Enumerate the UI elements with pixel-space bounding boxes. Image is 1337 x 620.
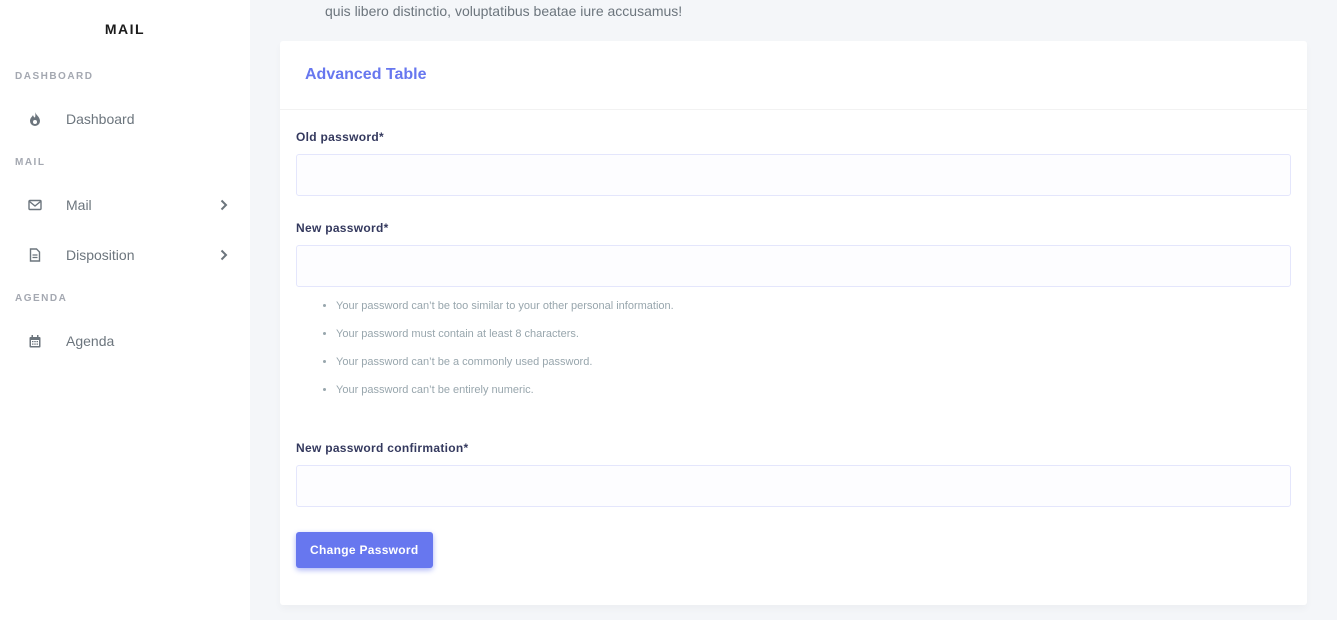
sidebar-item-label: Agenda [66,333,115,349]
main-content: quis libero distinctio, voluptatibus bea… [250,0,1337,620]
sidebar-item-mail[interactable]: Mail [0,180,250,230]
old-password-input[interactable] [296,154,1291,196]
password-help-item: Your password can’t be too similar to yo… [336,298,1291,326]
sidebar-item-dashboard[interactable]: Dashboard [0,94,250,144]
menu-header-mail: MAIL [15,156,46,168]
change-password-form: Old password* New password* Your passwor… [280,110,1307,568]
sidebar-item-label: Dashboard [66,111,135,127]
new-password-label: New password* [296,221,389,235]
confirm-password-group: New password confirmation* [296,441,1291,507]
new-password-input[interactable] [296,245,1291,287]
sidebar-item-label: Mail [66,197,92,213]
password-help-list: Your password can’t be too similar to yo… [336,298,1291,410]
menu-header-dashboard: DASHBOARD [15,70,94,82]
confirm-password-input[interactable] [296,465,1291,507]
sidebar-item-agenda[interactable]: Agenda [0,316,250,366]
password-help-item: Your password must contain at least 8 ch… [336,326,1291,354]
calendar-icon [27,333,43,349]
envelope-icon [27,197,43,213]
menu-header-agenda: AGENDA [15,292,68,304]
confirm-password-label: New password confirmation* [296,441,469,455]
intro-text: quis libero distinctio, voluptatibus bea… [325,3,683,19]
file-icon [27,247,43,263]
brand-logo[interactable]: MAIL [0,0,250,58]
password-help-item: Your password can’t be a commonly used p… [336,354,1291,382]
chevron-right-icon [220,198,230,212]
card-title: Advanced Table [305,66,427,83]
change-password-button[interactable]: Change Password [296,532,433,568]
card-header: Advanced Table [280,41,1307,110]
sidebar: MAIL DASHBOARD Dashboard MAIL Mail Dispo… [0,0,250,620]
fire-icon [27,111,43,127]
password-help-item: Your password can’t be entirely numeric. [336,382,1291,410]
old-password-label: Old password* [296,130,384,144]
sidebar-item-label: Disposition [66,247,135,263]
sidebar-item-disposition[interactable]: Disposition [0,230,250,280]
new-password-group: New password* Your password can’t be too… [296,221,1291,410]
old-password-group: Old password* [296,130,1291,196]
change-password-card: Advanced Table Old password* New passwor… [280,41,1307,605]
chevron-right-icon [220,248,230,262]
